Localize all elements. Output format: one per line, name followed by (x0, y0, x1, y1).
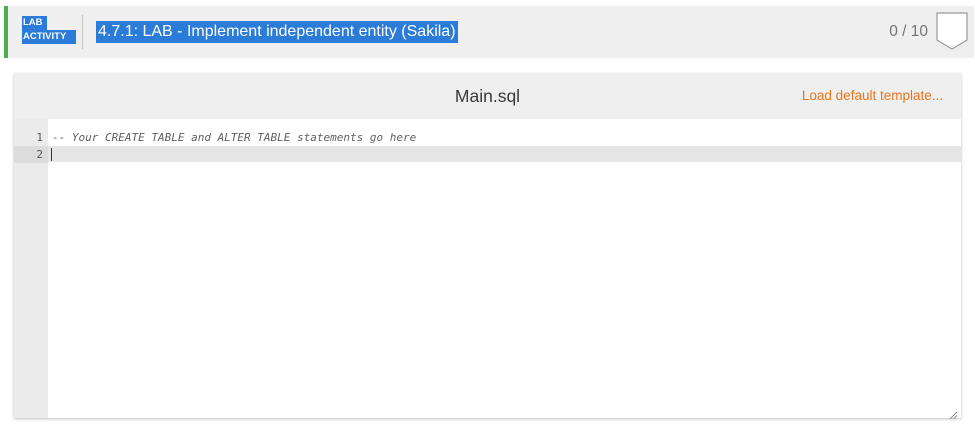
header-divider (82, 15, 83, 49)
lab-tag-line1: LAB (22, 16, 47, 30)
load-default-template-link[interactable]: Load default template... (802, 73, 943, 119)
score-text: 0 / 10 (889, 23, 928, 40)
lab-activity-tag: LAB ACTIVITY (22, 16, 76, 46)
lab-header: LAB ACTIVITY 4.7.1: LAB - Implement inde… (4, 6, 974, 58)
line-number-gutter: 1 2 (14, 119, 48, 418)
active-line-highlight (14, 146, 961, 162)
text-cursor (51, 148, 52, 161)
resize-grip-icon[interactable] (949, 406, 958, 420)
line-number: 1 (36, 131, 43, 144)
lab-activity: LAB ACTIVITY 4.7.1: LAB - Implement inde… (4, 6, 974, 429)
code-editor[interactable]: 1 2 -- Your CREATE TABLE and ALTER TABLE… (14, 119, 961, 420)
lab-tag-line2: ACTIVITY (22, 30, 76, 44)
lab-title: 4.7.1: LAB - Implement independent entit… (96, 21, 458, 43)
code-editor-panel: Main.sql Load default template... 1 2 --… (14, 73, 961, 420)
editor-header: Main.sql Load default template... (14, 73, 961, 119)
line-number: 2 (14, 146, 48, 163)
score-badge-icon (936, 12, 968, 50)
code-line[interactable]: -- Your CREATE TABLE and ALTER TABLE sta… (52, 129, 416, 146)
